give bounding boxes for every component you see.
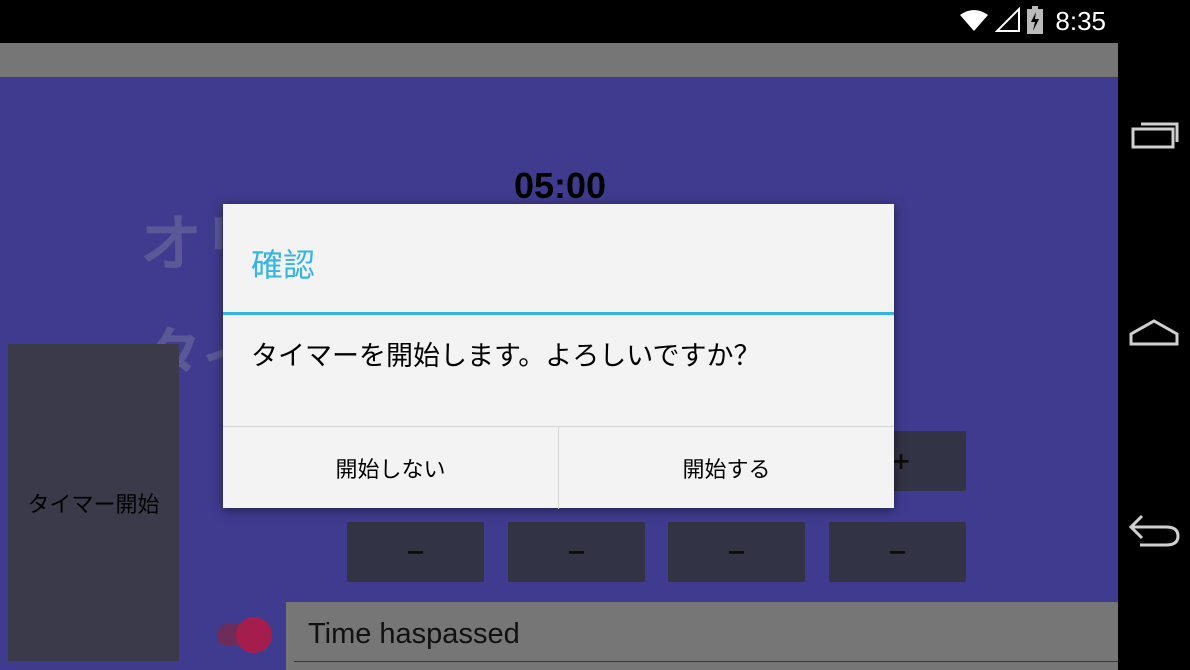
confirm-button[interactable]: 開始する — [558, 427, 894, 509]
dialog-button-bar: 開始しない 開始する — [223, 426, 894, 509]
dialog-message: タイマーを開始します。よろしいですか？ — [251, 341, 761, 372]
time-passed-text: Time haspassed — [308, 618, 520, 650]
dialog-divider — [223, 312, 894, 315]
decrement-button-4[interactable]: − — [829, 522, 966, 582]
navigation-bar — [1118, 0, 1190, 670]
decrement-button-1[interactable]: − — [347, 522, 484, 582]
minus-label: − — [405, 538, 426, 566]
toggle-thumb[interactable] — [236, 617, 272, 653]
start-timer-label: タイマー開始 — [27, 492, 160, 518]
time-passed-field[interactable]: Time haspassed — [286, 602, 1118, 670]
field-underline — [294, 661, 1118, 662]
status-icons: 8:35 — [959, 0, 1106, 43]
recent-apps-icon[interactable] — [1118, 105, 1190, 165]
battery-charging-icon — [1027, 5, 1044, 38]
timer-display: 05:00 — [513, 165, 607, 206]
confirm-dialog: 確認 タイマーを開始します。よろしいですか？ 開始しない 開始する — [223, 204, 894, 509]
wifi-icon — [959, 8, 989, 36]
plus-label: + — [891, 447, 912, 475]
status-bar: 8:35 — [0, 0, 1190, 43]
minus-label: − — [726, 538, 747, 566]
dialog-title: 確認 — [251, 246, 316, 284]
clock-time: 8:35 — [1055, 6, 1106, 36]
decrement-button-3[interactable]: − — [668, 522, 805, 582]
decrement-button-2[interactable]: − — [508, 522, 645, 582]
home-icon[interactable] — [1118, 302, 1190, 362]
signal-icon — [994, 6, 1021, 37]
minus-label: − — [566, 538, 587, 566]
action-bar — [0, 43, 1118, 77]
minus-label: − — [887, 538, 908, 566]
cancel-button[interactable]: 開始しない — [223, 427, 558, 509]
start-timer-button[interactable]: タイマー開始 — [8, 344, 179, 661]
back-icon[interactable] — [1118, 500, 1190, 560]
